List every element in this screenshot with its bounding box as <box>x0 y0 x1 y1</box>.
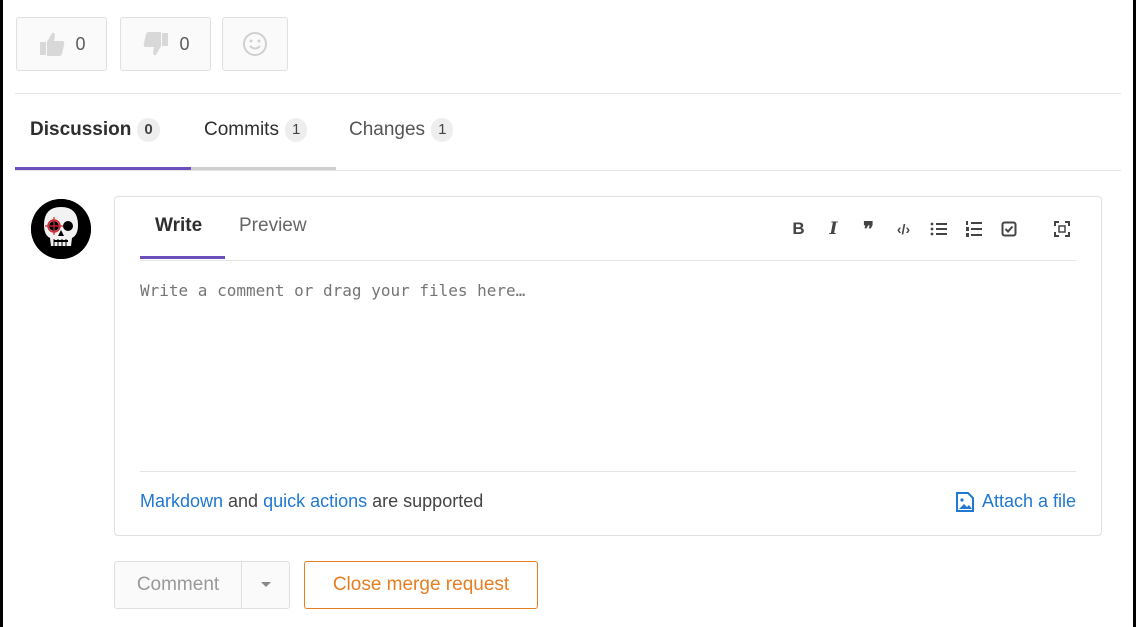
and-text: and <box>223 491 264 511</box>
tab-commits[interactable]: Commits 1 <box>204 118 308 142</box>
numbered-list-icon <box>965 221 982 237</box>
caret-down-icon <box>260 582 271 587</box>
attach-file-button[interactable]: Attach a file <box>955 491 1076 512</box>
editor-footer-divider <box>140 471 1076 472</box>
tab-discussion-label: Discussion <box>30 119 132 140</box>
task-list-button[interactable] <box>991 217 1026 241</box>
quick-actions-link[interactable]: quick actions <box>263 491 367 511</box>
tab-preview[interactable]: Preview <box>239 215 307 237</box>
markdown-link[interactable]: Markdown <box>140 491 223 511</box>
numbered-list-button[interactable] <box>956 217 991 241</box>
comment-editor: Write Preview B I ❞ ‹/› Write a comment … <box>114 196 1102 536</box>
smiley-icon <box>243 32 267 56</box>
bold-button[interactable]: B <box>781 217 816 241</box>
tab-changes-label: Changes <box>349 119 426 140</box>
fullscreen-icon <box>1053 221 1070 237</box>
tab-commits-label: Commits <box>204 119 279 140</box>
image-file-icon <box>955 491 974 512</box>
code-icon: ‹/› <box>896 221 911 237</box>
thumbs-up-icon <box>40 32 65 56</box>
tab-changes-count: 1 <box>431 118 454 142</box>
editor-tab-divider <box>140 260 1076 261</box>
checkbox-icon <box>1001 221 1016 237</box>
thumbs-down-award-button[interactable]: 0 <box>120 17 211 71</box>
tab-discussion-count: 0 <box>137 118 160 142</box>
italic-button[interactable]: I <box>816 217 851 241</box>
skull-avatar-icon <box>31 199 91 259</box>
thumbs-down-icon <box>144 32 169 56</box>
tab-write[interactable]: Write <box>155 215 202 237</box>
italic-icon: I <box>829 219 838 239</box>
comment-split-button: Comment <box>114 561 290 609</box>
quote-icon: ❞ <box>863 218 874 241</box>
editor-footer: Markdown and quick actions are supported… <box>140 491 1076 512</box>
close-merge-request-button[interactable]: Close merge request <box>304 561 538 609</box>
thumbs-up-count: 0 <box>75 33 86 54</box>
comment-button[interactable]: Comment <box>115 574 241 596</box>
tab-changes[interactable]: Changes 1 <box>349 118 454 142</box>
bullet-list-button[interactable] <box>921 217 956 241</box>
divider <box>15 170 1121 171</box>
write-tab-indicator <box>140 256 225 259</box>
thumbs-down-count: 0 <box>179 33 190 54</box>
supported-text: are supported <box>367 491 484 511</box>
code-button[interactable]: ‹/› <box>886 217 921 241</box>
comment-input[interactable] <box>140 281 1076 451</box>
quote-button[interactable]: ❞ <box>851 217 886 241</box>
comment-options-dropdown[interactable] <box>242 581 289 589</box>
avatar[interactable] <box>31 199 91 259</box>
thumbs-up-award-button[interactable]: 0 <box>16 17 107 71</box>
attach-file-label: Attach a file <box>981 491 1076 511</box>
markdown-toolbar: B I ❞ ‹/› <box>781 217 1079 241</box>
markdown-hint: Markdown and quick actions are supported <box>140 491 483 512</box>
bullet-list-icon <box>930 222 947 236</box>
tab-discussion[interactable]: Discussion 0 <box>30 118 160 142</box>
fullscreen-button[interactable] <box>1044 217 1079 241</box>
bold-icon: B <box>792 219 805 238</box>
add-reaction-button[interactable] <box>222 17 288 71</box>
tab-commits-count: 1 <box>284 118 308 142</box>
merge-request-tabs: Discussion 0 Commits 1 Changes 1 <box>15 94 1121 170</box>
merge-request-panel: 0 0 Discussion 0 Commits 1 Changes 1 Wri… <box>0 0 1136 627</box>
